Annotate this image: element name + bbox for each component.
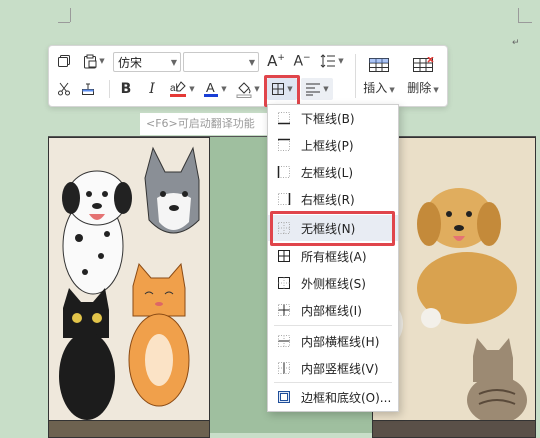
toolbar-separator xyxy=(109,80,110,98)
line-spacing-icon xyxy=(320,54,336,68)
menu-item-label: 左框线(L) xyxy=(301,165,354,180)
borders-and-shading-icon xyxy=(278,391,290,403)
menu-item-top-border[interactable]: 上框线(P) xyxy=(268,132,398,158)
copy-icon xyxy=(58,55,70,67)
format-painter-icon xyxy=(82,83,94,95)
inside-horizontal-border-icon xyxy=(278,335,290,347)
border-dropdown-menu: 下框线(B) 上框线(P) 左框线(L) 右框线(R) 无框线(N) 所有框线(… xyxy=(267,104,399,412)
menu-item-label: 上框线(P) xyxy=(301,138,354,153)
outside-borders-icon xyxy=(278,277,290,289)
floating-toolbar: ▼ 仿宋 ▼ ▼ A+ A− ▼ 插入 ▼ 删除 ▼ B I ab ▼ A ▼ … xyxy=(48,45,448,107)
highlight-color-button[interactable]: ab ▼ xyxy=(167,79,197,99)
insert-label: 插入 xyxy=(363,80,388,95)
menu-item-label: 所有框线(A) xyxy=(301,249,367,264)
menu-item-label: 边框和底纹(O)... xyxy=(301,390,392,405)
left-border-icon xyxy=(277,166,290,178)
no-border-highlight xyxy=(270,211,395,246)
font-color-button[interactable]: A ▼ xyxy=(201,79,229,99)
menu-item-label: 内部框线(I) xyxy=(301,303,362,318)
menu-item-inside-horizontal-border[interactable]: 内部横框线(H) xyxy=(268,328,398,354)
chevron-down-icon: ▼ xyxy=(254,85,260,93)
line-spacing-button[interactable]: ▼ xyxy=(317,50,347,72)
all-borders-icon xyxy=(278,250,290,262)
font-decrease-icon: A− xyxy=(293,52,311,70)
border-button-highlight xyxy=(264,75,300,107)
table-delete-icon xyxy=(413,56,434,72)
highlight-pen-icon: ab xyxy=(170,81,187,97)
align-button[interactable]: ▼ xyxy=(301,78,333,100)
bottom-border-icon xyxy=(278,112,290,125)
chevron-down-icon: ▼ xyxy=(433,85,439,94)
paste-icon xyxy=(84,54,97,68)
format-painter-button[interactable] xyxy=(79,80,97,98)
table-insert-icon xyxy=(369,57,389,72)
table-bottom-cell[interactable] xyxy=(48,420,210,438)
increase-font-button[interactable]: A+ xyxy=(265,50,287,72)
menu-separator xyxy=(274,325,392,326)
page-corner-mark-right xyxy=(518,8,519,22)
font-color-icon: A xyxy=(204,80,219,97)
chevron-down-icon: ▼ xyxy=(99,57,105,65)
toolbar-separator xyxy=(355,54,356,98)
bold-icon: B xyxy=(120,81,132,97)
svg-text:A: A xyxy=(206,80,215,95)
scissors-icon xyxy=(58,82,70,96)
right-border-icon xyxy=(278,193,291,205)
italic-button[interactable]: I xyxy=(143,80,161,98)
menu-item-label: 外侧框线(S) xyxy=(301,276,366,291)
paint-bucket-icon xyxy=(236,82,252,98)
paste-button[interactable]: ▼ xyxy=(79,52,109,70)
chevron-down-icon: ▼ xyxy=(248,57,256,67)
inside-borders-icon xyxy=(278,304,290,316)
cut-button[interactable] xyxy=(55,80,73,98)
font-increase-icon: A+ xyxy=(267,52,285,70)
menu-item-label: 内部竖框线(V) xyxy=(301,361,379,376)
page-corner-mark-left xyxy=(58,22,70,23)
inside-vertical-border-icon xyxy=(278,362,290,374)
menu-item-borders-and-shading[interactable]: 边框和底纹(O)... xyxy=(268,384,398,410)
font-name-value: 仿宋 xyxy=(118,55,143,70)
delete-button[interactable]: 删除 ▼ xyxy=(403,52,443,100)
align-left-icon xyxy=(306,83,321,96)
menu-item-inside-borders[interactable]: 内部框线(I) xyxy=(268,297,398,323)
chevron-down-icon: ▼ xyxy=(389,85,395,94)
insert-button[interactable]: 插入 ▼ xyxy=(361,52,397,100)
decrease-font-button[interactable]: A− xyxy=(291,50,313,72)
menu-item-left-border[interactable]: 左框线(L) xyxy=(268,159,398,185)
menu-item-outside-borders[interactable]: 外侧框线(S) xyxy=(268,270,398,296)
chevron-down-icon: ▼ xyxy=(221,85,227,93)
page-corner-mark-right xyxy=(518,22,532,23)
italic-icon: I xyxy=(149,81,155,97)
font-name-select[interactable]: 仿宋 ▼ xyxy=(113,52,181,72)
top-border-icon xyxy=(278,138,290,151)
menu-item-label: 下框线(B) xyxy=(301,111,355,126)
chevron-down-icon: ▼ xyxy=(323,85,329,93)
menu-item-right-border[interactable]: 右框线(R) xyxy=(268,186,398,212)
font-size-select[interactable]: ▼ xyxy=(183,52,259,72)
menu-separator xyxy=(274,382,392,383)
menu-item-inside-vertical-border[interactable]: 内部竖框线(V) xyxy=(268,355,398,381)
menu-item-label: 内部横框线(H) xyxy=(301,334,380,349)
delete-label: 删除 xyxy=(407,80,432,95)
chevron-down-icon: ▼ xyxy=(189,85,195,93)
page-corner-mark-left xyxy=(70,8,71,22)
pets-image-left[interactable] xyxy=(48,137,210,422)
chevron-down-icon: ▼ xyxy=(338,57,344,65)
chevron-down-icon: ▼ xyxy=(170,57,178,67)
paragraph-mark: ↵ xyxy=(512,38,520,48)
copy-format-button[interactable] xyxy=(55,52,73,70)
menu-item-bottom-border[interactable]: 下框线(B) xyxy=(268,105,398,131)
menu-item-all-borders[interactable]: 所有框线(A) xyxy=(268,243,398,269)
bold-button[interactable]: B xyxy=(117,80,135,98)
shading-button[interactable]: ▼ xyxy=(233,79,263,99)
table-bottom-cell[interactable] xyxy=(372,420,536,438)
menu-item-label: 右框线(R) xyxy=(301,192,355,207)
